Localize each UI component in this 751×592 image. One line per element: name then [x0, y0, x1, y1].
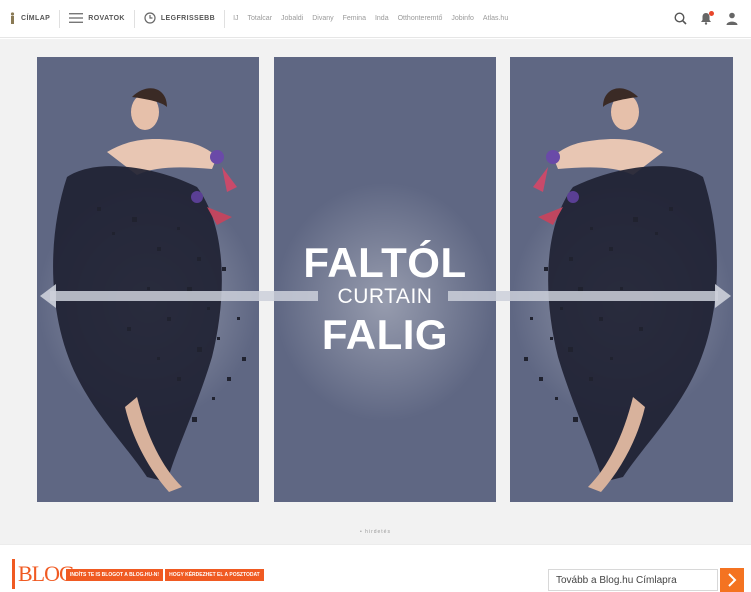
dancer-illustration	[524, 88, 717, 492]
ad-label: • hirdetés	[360, 529, 391, 535]
partner-link[interactable]: Jobinfo	[451, 15, 474, 22]
chevron-right-icon[interactable]	[720, 568, 744, 592]
clock-icon	[144, 11, 156, 26]
hamburger-icon	[69, 12, 84, 25]
nav-latest-label: LEGFRISSEBB	[160, 15, 216, 22]
partner-link[interactable]: IJ	[233, 15, 238, 22]
logo-stripe	[12, 559, 15, 589]
banner-panel-center[interactable]: FALTÓL CURTAIN FALIG	[274, 57, 496, 502]
partner-link[interactable]: Inda	[375, 15, 389, 22]
curtain-bar-left	[50, 291, 318, 301]
partner-link[interactable]: Jobaldi	[281, 15, 303, 22]
curtain-bar-right	[448, 291, 718, 301]
dancer-illustration	[53, 88, 246, 492]
banner-stage: FALTÓL CURTAIN FALIG • hirdetés	[0, 39, 751, 544]
headline-bottom: FALIG	[321, 311, 449, 358]
blog-promo-strip: INDÍTS TE IS BLOGOT A BLOG.HU-N! HOGY KÉ…	[66, 569, 264, 581]
arrow-left-icon	[40, 284, 56, 308]
blog-logo[interactable]: BLOG	[12, 559, 75, 589]
partner-link[interactable]: Atlas.hu	[483, 15, 508, 22]
user-icon[interactable]	[725, 12, 739, 26]
partner-link[interactable]: Totalcar	[248, 15, 273, 22]
nav-main: CÍMLAP ROVATOK LEGFRISSEBB	[0, 0, 226, 37]
banner-panel-left[interactable]	[37, 57, 259, 502]
blog-promo-link[interactable]: HOGY KÉRDEZHET EL A POSZTODAT	[165, 569, 264, 581]
partner-links: IJ Totalcar Jobaldi Divany Femina Inda O…	[225, 15, 508, 22]
nav-sections-label: ROVATOK	[88, 15, 125, 22]
banner-panel-right[interactable]	[510, 57, 733, 502]
blog-bar: BLOG INDÍTS TE IS BLOGOT A BLOG.HU-N! HO…	[0, 544, 751, 592]
bell-icon[interactable]	[699, 10, 714, 26]
nav-actions	[673, 10, 751, 26]
partner-link[interactable]: Femina	[343, 15, 366, 22]
nav-sections[interactable]: ROVATOK	[60, 0, 134, 37]
person-icon	[9, 11, 16, 26]
nav-home[interactable]: CÍMLAP	[0, 0, 59, 37]
arrow-right-icon	[715, 284, 731, 308]
nav-latest[interactable]: LEGFRISSEBB	[135, 0, 224, 37]
partner-link[interactable]: Divany	[312, 15, 333, 22]
headline-top: FALTÓL	[303, 239, 467, 286]
blog-more-button[interactable]: Tovább a Blog.hu Címlapra	[548, 569, 718, 591]
notification-dot	[709, 10, 714, 16]
nav-home-label: CÍMLAP	[21, 15, 51, 22]
blog-promo-link[interactable]: INDÍTS TE IS BLOGOT A BLOG.HU-N!	[66, 569, 164, 581]
partner-link[interactable]: Otthonteremtő	[398, 15, 443, 22]
search-icon[interactable]	[673, 12, 687, 26]
top-navigation: CÍMLAP ROVATOK LEGFRISSEBB IJ Totalcar J…	[0, 0, 751, 38]
